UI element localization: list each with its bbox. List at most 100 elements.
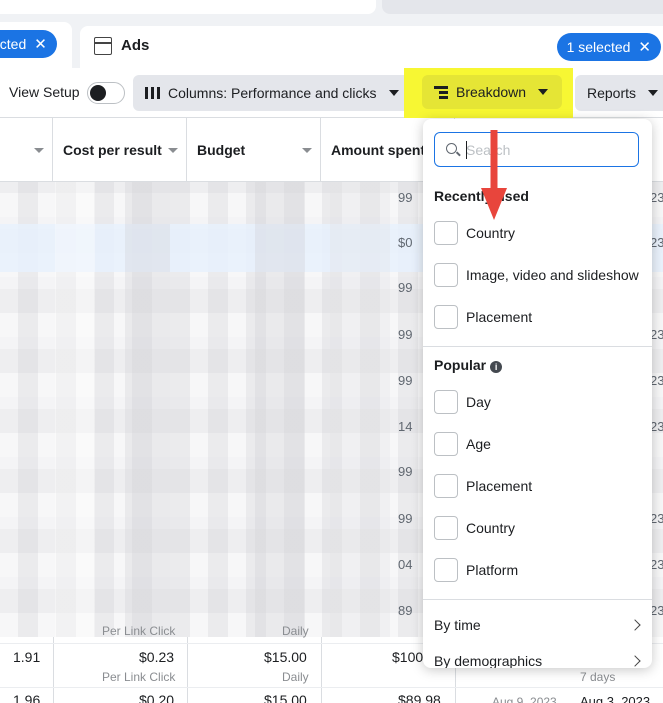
checkbox[interactable] xyxy=(434,305,458,329)
column-header-cost-per-result[interactable]: Cost per result xyxy=(53,118,187,182)
adsets-card xyxy=(382,0,663,14)
selected-pill-label: ected xyxy=(0,36,27,52)
budget-value: $15.00 xyxy=(264,649,307,665)
chevron-down-icon xyxy=(538,89,549,95)
amount-edge: 89 xyxy=(398,603,413,618)
columns-icon xyxy=(145,87,160,99)
text-cursor xyxy=(466,141,467,159)
breakdown-icon xyxy=(434,86,448,99)
amount-edge: 14 xyxy=(398,419,413,434)
option-label: Day xyxy=(466,394,491,410)
budget-value: $15.00 xyxy=(264,692,307,703)
option-age[interactable]: Age xyxy=(434,431,644,457)
option-label: Country xyxy=(466,520,516,536)
amount-edge: $0 xyxy=(398,235,413,250)
tab-ads-title: Ads xyxy=(121,37,150,54)
reports-button[interactable]: Reports xyxy=(575,75,663,111)
selected-pill-right[interactable]: 1 selected ✕ xyxy=(556,33,661,61)
amount-edge: 99 xyxy=(398,327,413,342)
nav-label: By demographics xyxy=(434,653,543,668)
selected-pill-label: 1 selected xyxy=(566,39,631,55)
amount-edge: 99 xyxy=(398,511,413,526)
checkbox[interactable] xyxy=(434,390,458,414)
amount-edge: 99 xyxy=(398,373,413,388)
checkbox[interactable] xyxy=(434,516,458,540)
checkbox[interactable] xyxy=(434,221,458,245)
selected-pill-left[interactable]: ected ✕ xyxy=(0,30,57,58)
breakdown-label: Breakdown xyxy=(456,84,527,100)
popular-title: Popular i xyxy=(434,357,503,373)
results-value: 1.91 xyxy=(13,649,41,665)
breakdown-button[interactable]: Breakdown xyxy=(422,75,562,109)
option-label: Age xyxy=(466,436,491,452)
campaigns-card xyxy=(0,0,376,14)
tab-ad-sets[interactable]: ected ✕ xyxy=(0,22,72,68)
header-label: Amount spent xyxy=(331,142,426,158)
chevron-down-icon xyxy=(388,90,399,96)
amount-edge: 99 xyxy=(398,280,413,295)
close-icon[interactable]: ✕ xyxy=(638,39,651,56)
option-country[interactable]: Country xyxy=(434,515,644,541)
option-country-recent[interactable]: Country xyxy=(434,220,644,246)
results-value: 1.96 xyxy=(13,692,41,703)
amount-edge: 99 xyxy=(398,464,413,479)
option-image-video-slideshow[interactable]: Image, video and slideshow xyxy=(434,262,644,288)
amount-edge: 99 xyxy=(398,190,413,205)
info-icon[interactable]: i xyxy=(490,361,503,373)
sort-icon[interactable] xyxy=(168,148,178,153)
columns-label: Columns: Performance and clicks xyxy=(168,85,377,101)
columns-button[interactable]: Columns: Performance and clicks xyxy=(133,75,411,111)
option-label: Image, video and slideshow xyxy=(466,267,639,283)
cost-subtext: Per Link Click xyxy=(102,670,176,684)
checkbox[interactable] xyxy=(434,432,458,456)
level-tabs: ected ✕ Ads 1 selected ✕ xyxy=(0,22,663,68)
reports-label: Reports xyxy=(587,85,637,101)
budget-subtext: Daily xyxy=(282,624,309,638)
view-setup-toggle[interactable] xyxy=(87,82,125,104)
breakdown-search-field[interactable]: Search xyxy=(434,132,639,167)
option-label: Country xyxy=(466,225,516,241)
amount-edge: 04 xyxy=(398,557,413,572)
breakdown-dropdown: Search Recently used Country Image, vide… xyxy=(423,119,652,668)
divider xyxy=(423,346,652,347)
view-setup-label: View Setup xyxy=(9,84,80,100)
close-icon[interactable]: ✕ xyxy=(34,36,47,53)
budget-subtext: Daily xyxy=(282,670,309,684)
option-platform[interactable]: Platform xyxy=(434,557,644,583)
nav-by-demographics[interactable]: By demographics xyxy=(434,653,641,668)
chevron-down-icon xyxy=(648,90,659,96)
column-header-budget[interactable]: Budget xyxy=(187,118,321,182)
sort-icon[interactable] xyxy=(302,148,312,153)
nav-by-time[interactable]: By time xyxy=(434,617,641,639)
option-label: Placement xyxy=(466,478,533,494)
date-value: Aug 9, 2023 xyxy=(492,695,557,703)
sort-icon[interactable] xyxy=(34,148,44,153)
cost-subtext: Per Link Click xyxy=(102,624,176,638)
tab-ads[interactable]: Ads 1 selected ✕ xyxy=(80,26,663,68)
nav-label: By time xyxy=(434,617,481,633)
chevron-right-icon xyxy=(629,655,641,667)
divider xyxy=(423,599,652,600)
header-label: Cost per result xyxy=(63,142,162,158)
column-header-results[interactable] xyxy=(0,118,53,182)
checkbox[interactable] xyxy=(434,558,458,582)
date-value: Aug 3, 2023 xyxy=(580,694,651,703)
red-arrow-annotation xyxy=(481,130,507,220)
schedule-subtext: 7 days xyxy=(580,670,616,684)
option-label: Platform xyxy=(466,562,519,578)
search-icon xyxy=(446,143,457,154)
checkbox[interactable] xyxy=(434,263,458,287)
toggle-knob xyxy=(90,85,106,101)
chevron-right-icon xyxy=(629,619,641,631)
amount-value: $100 xyxy=(392,649,424,665)
checkbox[interactable] xyxy=(434,474,458,498)
header-label: Budget xyxy=(197,142,246,158)
cost-value: $0.23 xyxy=(139,649,175,665)
amount-value: $89.98 xyxy=(398,692,441,703)
option-placement-recent[interactable]: Placement xyxy=(434,304,644,330)
cost-value: $0.20 xyxy=(139,692,175,703)
ads-icon xyxy=(94,37,112,55)
option-placement[interactable]: Placement xyxy=(434,473,644,499)
option-day[interactable]: Day xyxy=(434,389,644,415)
option-label: Placement xyxy=(466,309,533,325)
